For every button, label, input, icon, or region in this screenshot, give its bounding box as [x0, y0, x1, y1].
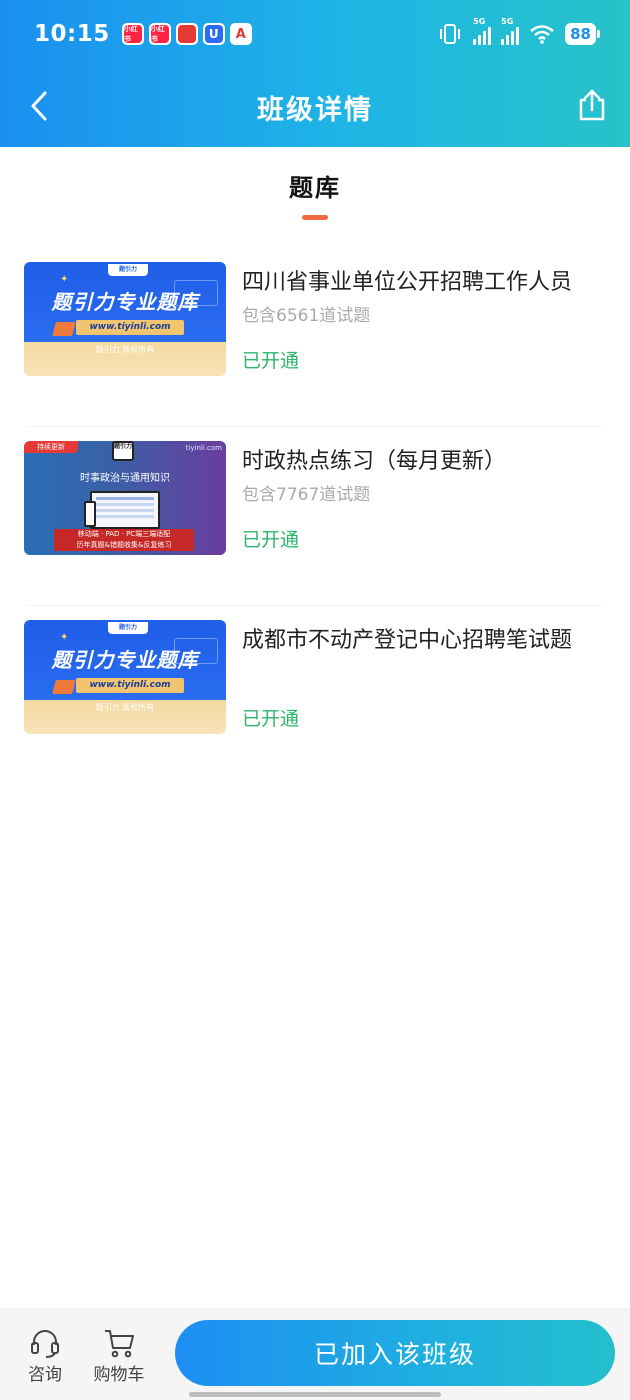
list-item[interactable]: 题引力 ✦ 题引力专业题库 www.tiyinli.com 题引力 版权所有 成… [24, 606, 602, 785]
logo: 题引力 [112, 441, 134, 461]
list-item[interactable]: 持续更新 题引力 tiyinli.com 时事政治与通用知识 移动端 · PAD… [24, 427, 602, 606]
book-icon [52, 680, 76, 694]
wifi-icon [530, 25, 554, 44]
question-count [242, 662, 592, 686]
list-item[interactable]: 题引力 ✦ 题引力专业题库 www.tiyinli.com 题引力 版权所有 四… [24, 248, 602, 427]
thumbnail-brand: 题引力专业题库 [51, 648, 199, 672]
tab-question-bank[interactable]: 题库 [0, 168, 630, 220]
cart-button[interactable]: 购物车 [89, 1328, 149, 1385]
status-time: 10:15 [34, 21, 110, 47]
vibrate-icon [440, 24, 461, 44]
star-icon: ✦ [60, 632, 69, 643]
course-title: 四川省事业单位公开招聘工作人员 [242, 270, 573, 295]
consult-label: 咨询 [28, 1365, 62, 1385]
status-bar: 10:15 小红书 小红书 U A 5G 5G 88 [0, 0, 630, 68]
u-app-icon: U [202, 23, 225, 45]
status-app-icons: 小红书 小红书 U A [121, 23, 252, 45]
book-icon [52, 322, 76, 336]
course-thumbnail: 题引力 ✦ 题引力专业题库 www.tiyinli.com 题引力 版权所有 [24, 262, 226, 376]
question-count: 包含7767道试题 [242, 485, 371, 505]
a-app-icon: A [229, 23, 252, 45]
course-list: 题引力 ✦ 题引力专业题库 www.tiyinli.com 题引力 版权所有 四… [0, 248, 630, 785]
phone-icon [84, 501, 96, 527]
page-title: 班级详情 [257, 95, 373, 126]
status-badge: 已开通 [242, 529, 300, 551]
course-info: 成都市不动产登记中心招聘笔试题 已开通 [242, 624, 592, 731]
back-button[interactable] [22, 86, 56, 126]
header: 10:15 小红书 小红书 U A 5G 5G 88 班级详情 [0, 0, 630, 147]
tab-active-indicator [302, 215, 328, 220]
thumbnail-url: www.tiyinli.com [76, 678, 184, 693]
course-thumbnail: 持续更新 题引力 tiyinli.com 时事政治与通用知识 移动端 · PAD… [24, 441, 226, 555]
cart-label: 购物车 [93, 1365, 145, 1385]
xiaohongshu-icon: 小红书 [148, 23, 171, 45]
course-title: 成都市不动产登记中心招聘笔试题 [242, 628, 573, 653]
monitor-icon [90, 491, 160, 529]
course-thumbnail: 题引力 ✦ 题引力专业题库 www.tiyinli.com 题引力 版权所有 [24, 620, 226, 734]
course-info: 四川省事业单位公开招聘工作人员 包含6561道试题 已开通 [242, 266, 592, 373]
course-info: 时政热点练习（每月更新） 包含7767道试题 已开通 [242, 445, 592, 552]
headset-icon [31, 1330, 59, 1358]
bottom-action-bar: 咨询 购物车 已加入该班级 [0, 1308, 630, 1400]
signal-icon: 5G [473, 17, 492, 45]
course-title: 时政热点练习（每月更新） [242, 449, 507, 474]
thumbnail-url: www.tiyinli.com [76, 320, 184, 335]
thumbnail-copyright: 题引力 版权所有 [95, 703, 155, 712]
update-tag: 持续更新 [24, 441, 78, 453]
chevron-left-icon [31, 91, 47, 121]
consult-button[interactable]: 咨询 [15, 1328, 75, 1385]
status-badge: 已开通 [242, 708, 300, 730]
xiaohongshu-icon: 小红书 [121, 23, 144, 45]
battery-indicator: 88 [565, 23, 600, 45]
home-indicator[interactable] [189, 1392, 441, 1397]
share-icon [579, 89, 605, 121]
status-badge: 已开通 [242, 350, 300, 372]
app-icon [175, 23, 198, 45]
thumbnail-brand: 题引力专业题库 [51, 290, 199, 314]
status-indicators: 5G 5G 88 [437, 17, 600, 45]
star-icon: ✦ [60, 274, 69, 285]
joined-class-button[interactable]: 已加入该班级 [175, 1320, 615, 1386]
tab-label: 题库 [289, 174, 341, 202]
question-count: 包含6561道试题 [242, 306, 371, 326]
thumbnail-topic: 时事政治与通用知识 [80, 473, 170, 484]
share-button[interactable] [574, 84, 610, 126]
thumbnail-banner: 移动端 · PAD · PC端三端适配 历年真题&错题收集&反复练习 [54, 529, 194, 551]
thumbnail-site: tiyinli.com [185, 444, 222, 452]
signal-icon: 5G [501, 17, 520, 45]
nav-bar: 班级详情 [0, 68, 630, 147]
thumbnail-copyright: 题引力 版权所有 [95, 345, 155, 354]
cart-icon [105, 1330, 134, 1358]
